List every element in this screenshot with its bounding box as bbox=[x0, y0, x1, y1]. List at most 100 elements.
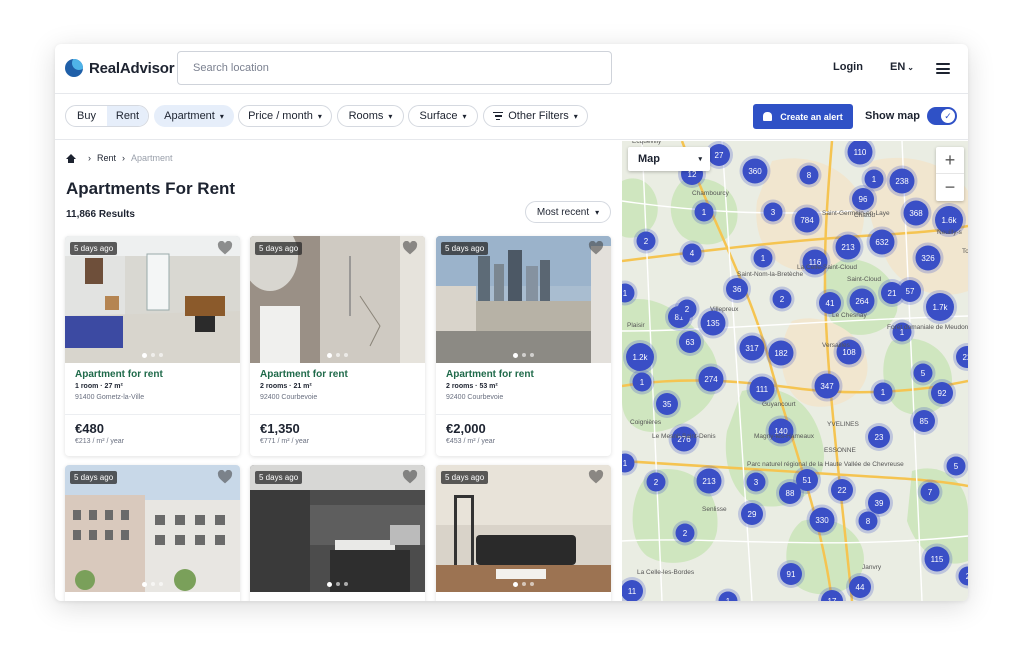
search-input[interactable] bbox=[178, 52, 611, 84]
hamburger-menu-icon[interactable] bbox=[936, 63, 950, 74]
map-place-label: Plaisir bbox=[627, 322, 646, 329]
rent-option[interactable]: Rent bbox=[107, 106, 148, 126]
map-place-label: Forêt domaniale de Meudon bbox=[887, 324, 968, 331]
map-type-select[interactable]: Map ▾ bbox=[628, 147, 710, 171]
map-cluster-count: 2 bbox=[780, 295, 785, 304]
logo-text: RealAdvisor bbox=[89, 59, 175, 77]
map-cluster-count: 2 bbox=[685, 305, 690, 314]
listing-location: 91400 Gometz-la-Ville bbox=[75, 394, 145, 401]
map-place-label: ESSONNE bbox=[824, 447, 856, 454]
map-cluster-count: 1.2k bbox=[632, 353, 648, 362]
listing-title: Apartment for rent bbox=[446, 369, 534, 380]
listing-price: €480 bbox=[75, 421, 104, 436]
map-cluster-count: 21 bbox=[888, 289, 897, 298]
price-filter[interactable]: Price / month ▾ bbox=[238, 105, 332, 127]
map-cluster-count: 1 bbox=[761, 254, 766, 263]
other-filters-label: Other Filters bbox=[508, 110, 569, 122]
listing-photo[interactable]: 5 days ago bbox=[436, 236, 611, 363]
heart-icon[interactable] bbox=[588, 241, 604, 255]
map-cluster-count: 5 bbox=[954, 462, 959, 471]
map-cluster-count: 7 bbox=[928, 488, 933, 497]
heart-icon[interactable] bbox=[402, 241, 418, 255]
listing-age-badge: 5 days ago bbox=[70, 242, 118, 255]
map-place-label: Magny-les-Hameaux bbox=[754, 433, 815, 440]
listing-photo[interactable]: 5 days ago bbox=[65, 465, 240, 592]
map-cluster-count: 8 bbox=[866, 517, 871, 526]
map-cluster-count: 1 bbox=[623, 289, 628, 298]
listing-card[interactable]: 5 days ago Apartment for rent 1 room · 2… bbox=[65, 236, 240, 456]
heart-icon[interactable] bbox=[217, 241, 233, 255]
property-type-filter[interactable]: Apartment ▾ bbox=[154, 105, 234, 127]
chevron-down-icon: ▾ bbox=[219, 111, 224, 121]
create-alert-button[interactable]: Create an alert bbox=[753, 104, 853, 129]
listing-card[interactable]: 5 days ago Apartment for rent 2 rooms · … bbox=[250, 236, 425, 456]
listing-card[interactable]: 5 days ago bbox=[250, 465, 425, 601]
map-cluster-count: 1 bbox=[640, 378, 645, 387]
rooms-filter[interactable]: Rooms ▾ bbox=[337, 105, 404, 127]
map-cluster-count: 12 bbox=[688, 170, 697, 179]
map-canvas[interactable]: 27 11036012 823819617843681.6k3221363241 11… bbox=[622, 141, 968, 601]
home-icon[interactable] bbox=[66, 153, 76, 163]
zoom-out-button[interactable]: − bbox=[936, 174, 964, 201]
listing-photo[interactable]: 5 days ago bbox=[250, 465, 425, 592]
map-cluster-count: 27 bbox=[715, 151, 724, 160]
listing-card[interactable]: 5 days ago Apartment for rent 2 rooms · … bbox=[436, 236, 611, 456]
chevron-down-icon: ▾ bbox=[388, 111, 393, 121]
map-cluster-count: 39 bbox=[875, 499, 884, 508]
map-panel[interactable]: 27 110 360 12 8 238 1 96 1 784 368 1.6k 3 2 213 632 4 1 11… bbox=[622, 141, 968, 601]
listing-card[interactable]: 5 days ago bbox=[436, 465, 611, 601]
map-cluster-count: 368 bbox=[909, 209, 923, 218]
map-place-label: Neuilly-s bbox=[937, 229, 963, 236]
listing-age-badge: 5 days ago bbox=[255, 471, 303, 484]
map-cluster-count: 2 bbox=[654, 478, 659, 487]
map-cluster-count: 238 bbox=[895, 177, 909, 186]
show-map-toggle[interactable]: ✓ bbox=[927, 107, 957, 125]
sort-dropdown[interactable]: Most recent ▾ bbox=[525, 201, 611, 223]
map-cluster-count: 57 bbox=[906, 287, 915, 296]
map-cluster-count: 108 bbox=[842, 348, 856, 357]
breadcrumb-rent[interactable]: Rent bbox=[97, 153, 116, 163]
listing-price-per-m2: €771 / m² / year bbox=[260, 438, 310, 445]
map-cluster-count: 22 bbox=[963, 353, 968, 362]
show-map-label: Show map bbox=[865, 110, 921, 122]
language-selector[interactable]: EN ⌄ bbox=[890, 61, 914, 73]
listing-photo[interactable]: 5 days ago bbox=[436, 465, 611, 592]
listing-age-badge: 5 days ago bbox=[441, 242, 489, 255]
logo[interactable]: RealAdvisor bbox=[65, 59, 175, 77]
surface-filter[interactable]: Surface ▾ bbox=[408, 105, 478, 127]
bell-icon bbox=[763, 112, 773, 121]
map-cluster-count: 274 bbox=[704, 375, 718, 384]
listing-card[interactable]: 5 days ago bbox=[65, 465, 240, 601]
listing-photo[interactable]: 5 days ago bbox=[65, 236, 240, 363]
listing-meta: 2 rooms · 53 m² bbox=[446, 383, 498, 390]
map-cluster-count: 1 bbox=[726, 597, 731, 601]
heart-icon[interactable] bbox=[402, 470, 418, 484]
map-cluster-count: 23 bbox=[875, 433, 884, 442]
language-label: EN bbox=[890, 61, 906, 73]
zoom-in-button[interactable]: + bbox=[936, 147, 964, 174]
listing-price-per-m2: €453 / m² / year bbox=[446, 438, 496, 445]
listing-title: Apartment for rent bbox=[75, 369, 163, 380]
other-filters-button[interactable]: Other Filters ▾ bbox=[483, 105, 588, 127]
chevron-down-icon: ▾ bbox=[573, 111, 578, 121]
page-title: Apartments For Rent bbox=[66, 179, 236, 198]
search-box[interactable] bbox=[177, 51, 612, 85]
chevron-down-icon: ▾ bbox=[317, 111, 322, 121]
photo-dots bbox=[65, 582, 240, 587]
photo-dots bbox=[436, 353, 611, 358]
logo-icon bbox=[65, 59, 83, 77]
heart-icon[interactable] bbox=[217, 470, 233, 484]
buy-option[interactable]: Buy bbox=[66, 106, 107, 126]
map-cluster-count: 8 bbox=[807, 171, 812, 180]
filter-bar: Buy Rent Apartment ▾ Price / month ▾ Rooms… bbox=[55, 94, 968, 140]
login-link[interactable]: Login bbox=[833, 61, 863, 73]
check-icon: ✓ bbox=[941, 109, 955, 123]
photo-dots bbox=[65, 353, 240, 358]
map-cluster-count: 182 bbox=[774, 349, 788, 358]
heart-icon[interactable] bbox=[588, 470, 604, 484]
map-cluster-count: 264 bbox=[855, 297, 869, 306]
listing-photo[interactable]: 5 days ago bbox=[250, 236, 425, 363]
photo-dots bbox=[436, 582, 611, 587]
map-cluster-count: 1 bbox=[623, 459, 628, 468]
map-cluster-count: 3 bbox=[754, 478, 759, 487]
